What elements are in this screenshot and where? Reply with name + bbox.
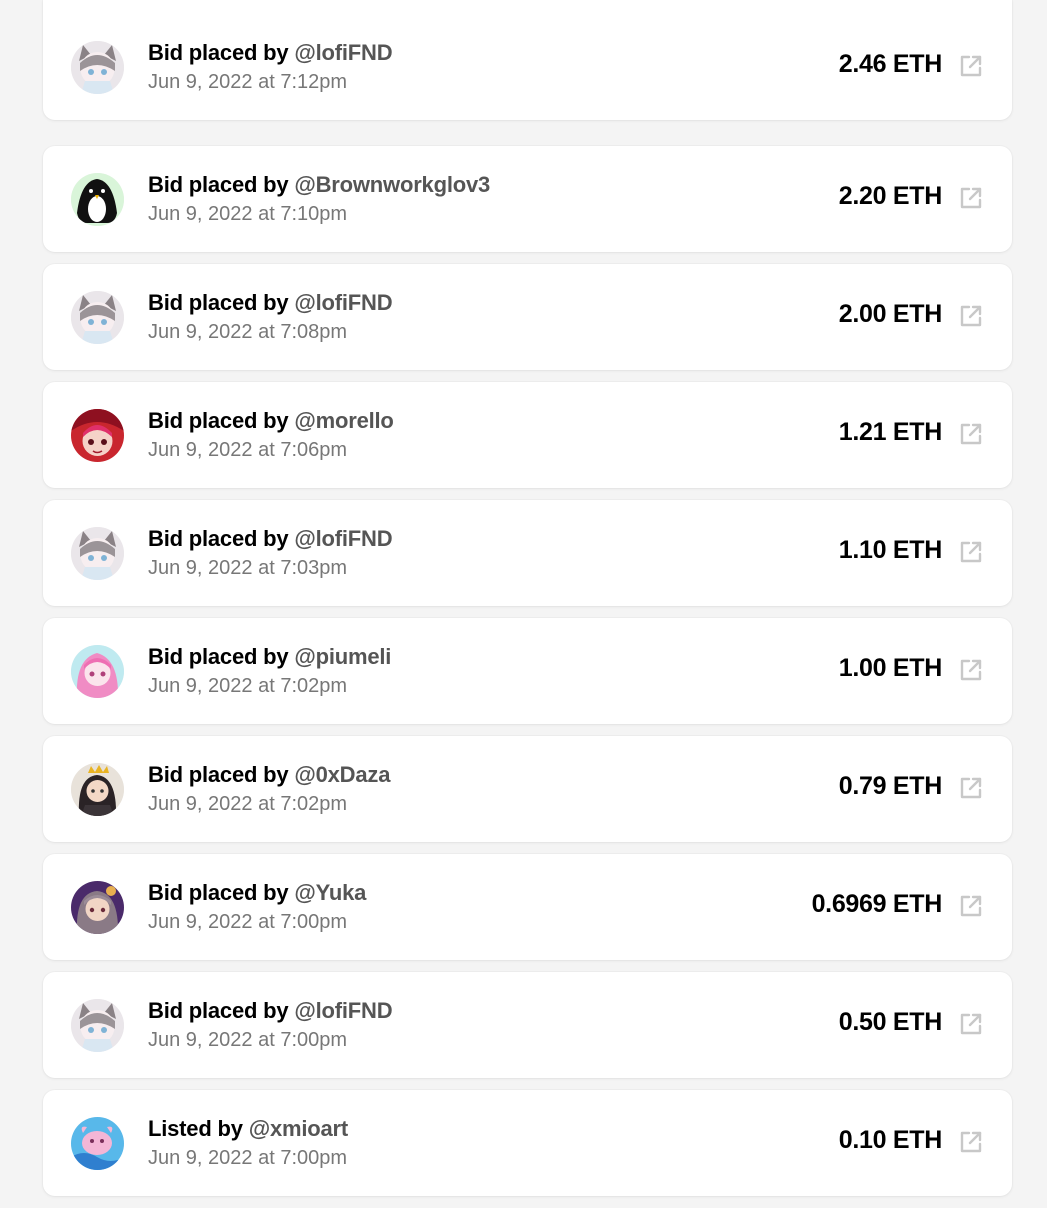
avatar[interactable] — [71, 291, 124, 344]
bid-amount: 1.00 ETH — [838, 654, 943, 682]
bid-amount: 2.00 ETH — [838, 300, 943, 328]
user-link[interactable]: @piumeli — [294, 644, 391, 669]
bid-amount: 0.79 ETH — [838, 772, 943, 800]
external-link-icon[interactable] — [958, 303, 984, 329]
action-label: Bid placed by — [148, 172, 289, 197]
bid-amount: 0.6969 ETH — [811, 890, 943, 918]
action-label: Bid placed by — [148, 880, 289, 905]
bid-amount: 2.46 ETH — [838, 50, 943, 78]
activity-list: Bid placed by @lofiFND Jun 9, 2022 at 7:… — [43, 0, 1012, 1208]
avatar[interactable] — [71, 645, 124, 698]
timestamp: Jun 9, 2022 at 7:03pm — [148, 557, 348, 579]
bid-amount: 0.10 ETH — [838, 1126, 943, 1154]
activity-item: Bid placed by @piumeli Jun 9, 2022 at 7:… — [43, 618, 1012, 724]
activity-item: Bid placed by @0xDaza Jun 9, 2022 at 7:0… — [43, 736, 1012, 842]
timestamp: Jun 9, 2022 at 7:00pm — [148, 1147, 348, 1169]
action-label: Bid placed by — [148, 290, 289, 315]
user-link[interactable]: @Yuka — [294, 880, 366, 905]
action-label: Bid placed by — [148, 526, 289, 551]
timestamp: Jun 9, 2022 at 7:06pm — [148, 439, 348, 461]
user-link[interactable]: @lofiFND — [294, 526, 392, 551]
avatar[interactable] — [71, 173, 124, 226]
user-link[interactable]: @lofiFND — [294, 40, 392, 65]
user-link[interactable]: @xmioart — [249, 1116, 349, 1141]
avatar[interactable] — [71, 527, 124, 580]
bid-amount: 1.21 ETH — [838, 418, 943, 446]
activity-item: Bid placed by @morello Jun 9, 2022 at 7:… — [43, 382, 1012, 488]
timestamp: Jun 9, 2022 at 7:02pm — [148, 675, 348, 697]
action-label: Bid placed by — [148, 644, 289, 669]
bid-amount: 0.50 ETH — [838, 1008, 943, 1036]
action-label: Bid placed by — [148, 998, 289, 1023]
timestamp: Jun 9, 2022 at 7:08pm — [148, 321, 348, 343]
user-link[interactable]: @morello — [294, 408, 394, 433]
activity-item: Bid placed by @lofiFND Jun 9, 2022 at 7:… — [43, 264, 1012, 370]
timestamp: Jun 9, 2022 at 7:12pm — [148, 71, 348, 93]
external-link-icon[interactable] — [958, 53, 984, 79]
bid-amount: 1.10 ETH — [838, 536, 943, 564]
avatar[interactable] — [71, 881, 124, 934]
user-link[interactable]: @Brownworkglov3 — [294, 172, 490, 197]
activity-item: Bid placed by @Yuka Jun 9, 2022 at 7:00p… — [43, 854, 1012, 960]
action-label: Bid placed by — [148, 762, 289, 787]
activity-item: Bid placed by @Brownworkglov3 Jun 9, 202… — [43, 146, 1012, 252]
user-link[interactable]: @0xDaza — [294, 762, 390, 787]
user-link[interactable]: @lofiFND — [294, 998, 392, 1023]
external-link-icon[interactable] — [958, 539, 984, 565]
external-link-icon[interactable] — [958, 893, 984, 919]
activity-item: Bid placed by @lofiFND Jun 9, 2022 at 7:… — [43, 500, 1012, 606]
avatar[interactable] — [71, 409, 124, 462]
bid-amount: 2.20 ETH — [838, 182, 943, 210]
external-link-icon[interactable] — [958, 775, 984, 801]
external-link-icon[interactable] — [958, 1011, 984, 1037]
avatar[interactable] — [71, 763, 124, 816]
activity-item: Bid placed by @lofiFND Jun 9, 2022 at 7:… — [43, 0, 1012, 120]
timestamp: Jun 9, 2022 at 7:02pm — [148, 793, 348, 815]
user-link[interactable]: @lofiFND — [294, 290, 392, 315]
avatar[interactable] — [71, 41, 124, 94]
activity-item: Bid placed by @lofiFND Jun 9, 2022 at 7:… — [43, 972, 1012, 1078]
external-link-icon[interactable] — [958, 1129, 984, 1155]
action-label: Bid placed by — [148, 40, 289, 65]
action-label: Listed by — [148, 1116, 243, 1141]
timestamp: Jun 9, 2022 at 7:10pm — [148, 203, 348, 225]
timestamp: Jun 9, 2022 at 7:00pm — [148, 911, 348, 933]
timestamp: Jun 9, 2022 at 7:00pm — [148, 1029, 348, 1051]
avatar[interactable] — [71, 999, 124, 1052]
external-link-icon[interactable] — [958, 657, 984, 683]
external-link-icon[interactable] — [958, 421, 984, 447]
avatar[interactable] — [71, 1117, 124, 1170]
action-label: Bid placed by — [148, 408, 289, 433]
external-link-icon[interactable] — [958, 185, 984, 211]
activity-item: Listed by @xmioart Jun 9, 2022 at 7:00pm… — [43, 1090, 1012, 1196]
